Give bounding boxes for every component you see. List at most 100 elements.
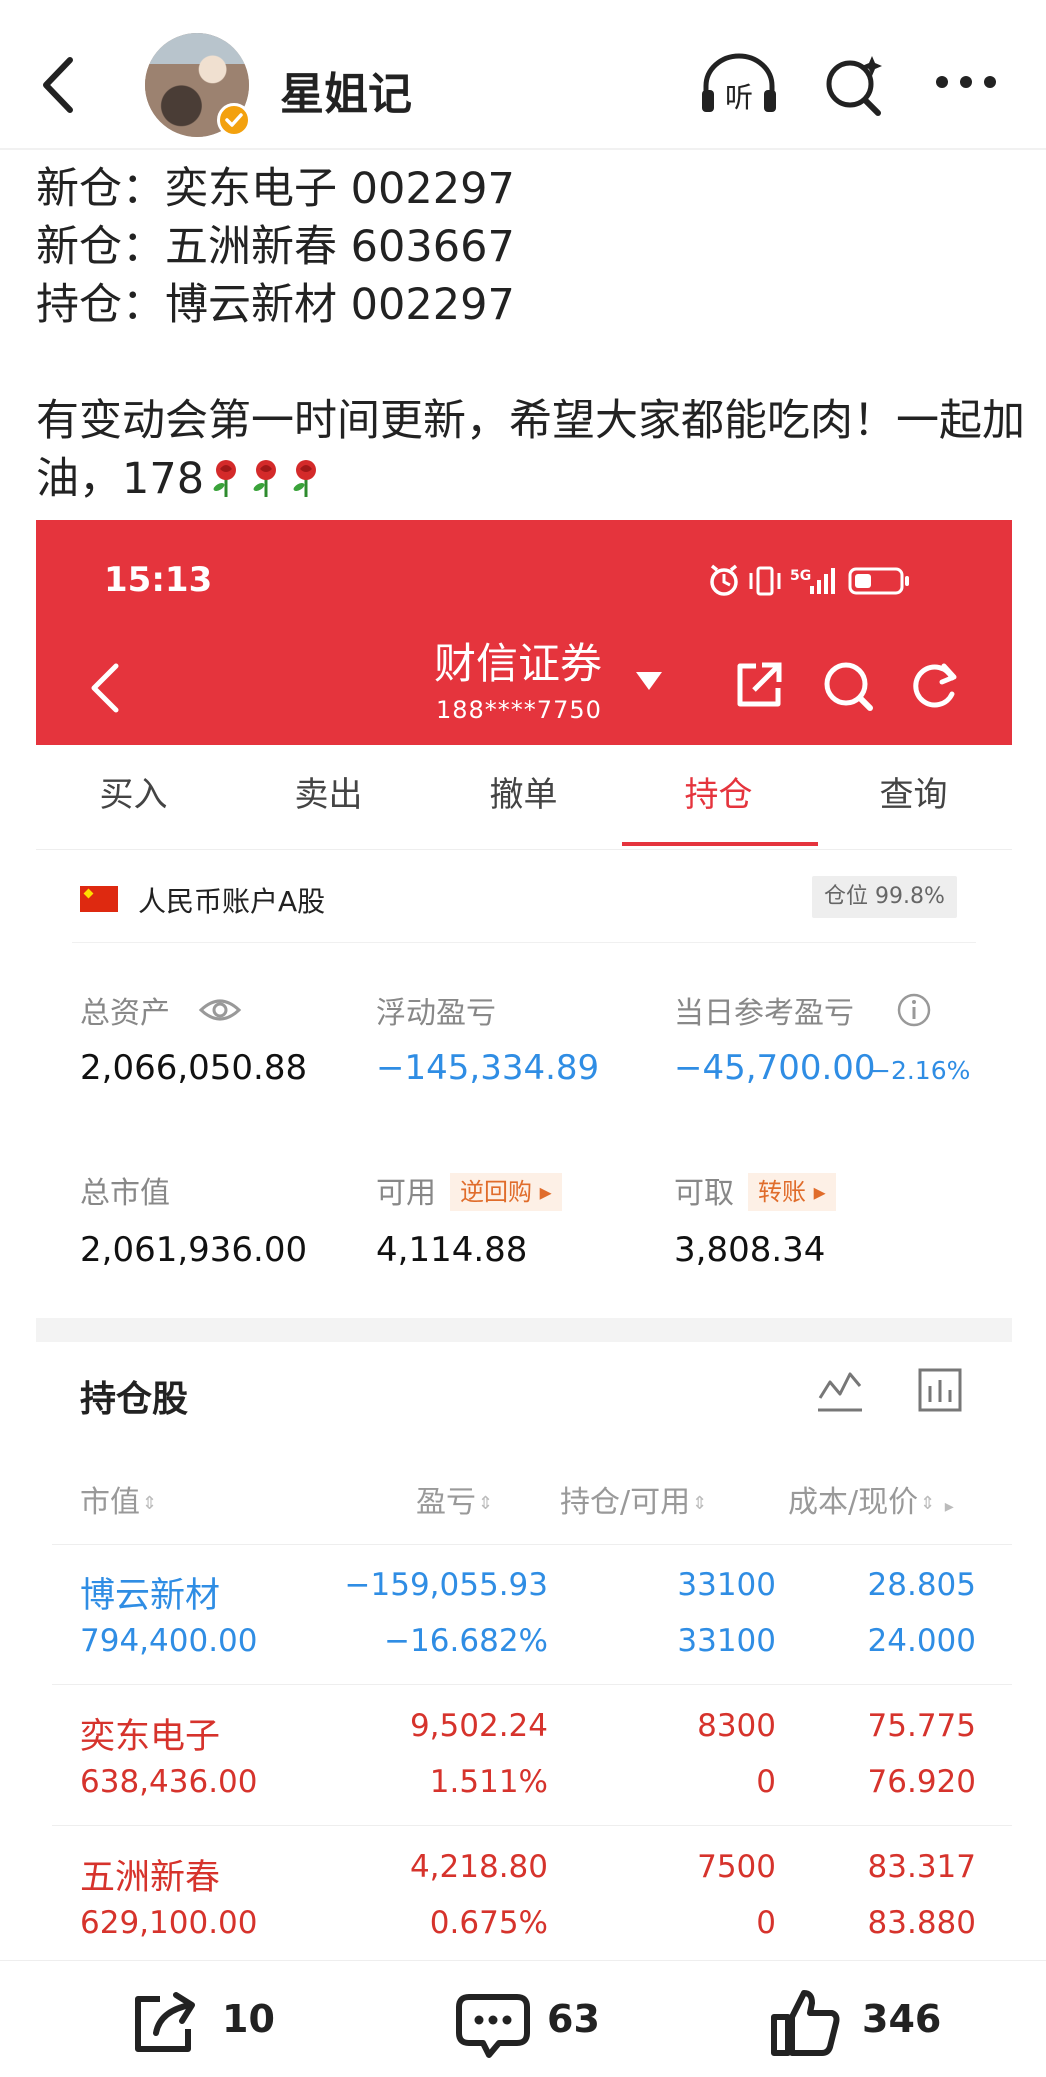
stock-shares: 33100: [677, 1567, 776, 1603]
bar-chart-icon[interactable]: [916, 1366, 964, 1414]
broker-name[interactable]: 财信证券: [434, 630, 602, 691]
trend-chart-icon[interactable]: [816, 1366, 864, 1414]
stock-name: 博云新材: [80, 1576, 221, 1616]
reverse-repo-button[interactable]: 逆回购 ▸: [450, 1173, 562, 1211]
available-funds-label: 可用 逆回购 ▸: [376, 1168, 562, 1212]
floating-pl-value: −145,334.89: [376, 1048, 600, 1088]
network-type-label: 5G: [790, 568, 811, 584]
column-header-pl[interactable]: 盈亏 ⇕: [416, 1477, 493, 1521]
sort-icon: ⇕: [142, 1493, 158, 1514]
tab-sell[interactable]: 卖出: [231, 745, 426, 850]
withdrawable-label: 可取 转账 ▸: [674, 1168, 836, 1212]
stock-name: 五洲新春: [80, 1858, 221, 1898]
column-header-label: 成本/现价: [788, 1485, 919, 1520]
stock-pl-percent: 0.675%: [429, 1905, 548, 1941]
post-spacer: [36, 334, 1026, 392]
stock-shares: 8300: [697, 1708, 776, 1744]
tab-buy[interactable]: 买入: [36, 745, 231, 850]
broker-search-icon[interactable]: [820, 658, 876, 714]
stock-pl: −159,055.93: [344, 1567, 548, 1603]
rose-emoji-icon: [213, 460, 237, 497]
search-sparkle-icon[interactable]: [822, 50, 888, 120]
account-summary: 人民币账户A股 仓位 99.8% 总资产 2,066,050.88 浮动盈亏 −…: [36, 850, 1012, 1318]
divider: [52, 1825, 1012, 1826]
post-image-broker-screenshot[interactable]: 15:13 5G 财信证券 188****7750 买入 卖出 撤单 持仓 查询…: [36, 520, 1012, 1950]
comment-icon: [456, 1994, 530, 2058]
verified-badge-icon: [217, 103, 251, 137]
back-arrow-icon[interactable]: [34, 50, 84, 120]
post-paragraph: 有变动会第一时间更新，希望大家都能吃肉！一起加油，178: [36, 392, 1026, 508]
vibrate-icon: [749, 566, 781, 596]
post-line: 新仓：五洲新春 603667: [36, 222, 515, 272]
market-value-label: 总市值: [80, 1176, 170, 1211]
repost-button[interactable]: 10: [130, 1961, 290, 2077]
stock-price: 76.920: [867, 1764, 976, 1800]
like-button[interactable]: 346: [770, 1961, 960, 2077]
column-header-label: 市值: [80, 1485, 140, 1520]
market-value-value: 2,061,936.00: [80, 1230, 308, 1270]
column-header-market-value[interactable]: 市值 ⇕: [80, 1477, 157, 1521]
comment-count: 63: [547, 1997, 600, 2041]
user-name[interactable]: 星姐记: [280, 58, 412, 122]
holding-row[interactable]: 奕东电子 638,436.00 9,502.24 1.511% 8300 0 7…: [36, 1686, 1012, 1826]
column-header-cost-price[interactable]: 成本/现价 ⇕ ▸: [788, 1477, 954, 1521]
holdings-section: 持仓股 市值 ⇕ 盈亏 ⇕ 持仓/可用 ⇕ 成本/现价 ⇕ ▸ 博云新材 794,400…: [36, 1342, 1012, 1950]
stock-pl: 9,502.24: [409, 1708, 548, 1744]
stock-cost: 75.775: [867, 1708, 976, 1744]
top-app-bar: 星姐记 听: [0, 0, 1046, 150]
post-line: 持仓：博云新材 002297: [36, 280, 515, 330]
active-tab-indicator: [622, 842, 818, 846]
signal-bars-icon: [810, 568, 835, 594]
tab-query[interactable]: 查询: [816, 745, 1011, 850]
column-header-shares[interactable]: 持仓/可用 ⇕: [560, 1477, 707, 1521]
like-count: 346: [862, 1997, 942, 2041]
section-gap: [36, 1318, 1012, 1342]
post-action-bar: 10 63 346: [0, 1960, 1046, 2077]
sort-icon: ⇕: [920, 1493, 936, 1514]
battery-icon: [848, 567, 909, 595]
stock-market-value: 629,100.00: [80, 1905, 258, 1941]
stock-cost: 28.805: [867, 1567, 976, 1603]
stock-available-shares: 33100: [677, 1623, 776, 1659]
share-export-icon[interactable]: [732, 658, 786, 712]
withdrawable-text: 可取: [674, 1176, 734, 1211]
eye-icon[interactable]: [198, 996, 242, 1024]
stock-shares: 7500: [697, 1849, 776, 1885]
rose-emoji-icon: [293, 460, 317, 497]
stock-pl-percent: 1.511%: [429, 1764, 548, 1800]
sort-icon: ⇕: [692, 1493, 708, 1514]
holding-row[interactable]: 五洲新春 629,100.00 4,218.80 0.675% 7500 0 8…: [36, 1827, 1012, 1950]
tab-positions[interactable]: 持仓: [621, 745, 816, 850]
trade-tabs: 买入 卖出 撤单 持仓 查询: [36, 745, 1012, 850]
floating-pl-label: 浮动盈亏: [376, 996, 496, 1031]
available-funds-value: 4,114.88: [376, 1230, 528, 1270]
reverse-repo-label: 逆回购: [460, 1178, 532, 1206]
comment-button[interactable]: 63: [455, 1961, 615, 2077]
post-line: 新仓：奕东电子 002297: [36, 164, 515, 214]
account-number: 188****7750: [436, 696, 602, 724]
topbar-divider: [0, 148, 1046, 150]
total-assets-value: 2,066,050.88: [80, 1048, 308, 1088]
status-time: 15:13: [104, 560, 213, 600]
tab-cancel-order[interactable]: 撤单: [426, 745, 621, 850]
daily-pl-label: 当日参考盈亏: [674, 996, 854, 1031]
more-dots-icon[interactable]: [930, 62, 1002, 102]
broker-back-icon[interactable]: [86, 658, 126, 718]
holding-row[interactable]: 博云新材 794,400.00 −159,055.93 −16.682% 331…: [36, 1545, 1012, 1685]
share-icon: [135, 1992, 195, 2052]
headphones-listen-icon[interactable]: 听: [698, 50, 780, 120]
info-icon[interactable]: [896, 992, 932, 1028]
account-dropdown-icon[interactable]: [634, 670, 664, 692]
listen-label: 听: [725, 81, 753, 114]
broker-header: 15:13 5G 财信证券 188****7750: [36, 520, 1012, 745]
thumbs-up-icon: [771, 1990, 840, 2056]
avatar[interactable]: [145, 33, 251, 137]
column-header-label: 持仓/可用: [560, 1485, 691, 1520]
transfer-button[interactable]: 转账 ▸: [748, 1173, 836, 1211]
post-paragraph-text: 有变动会第一时间更新，希望大家都能吃肉！一起加油，178: [36, 396, 1025, 504]
sort-icon: ⇕: [478, 1493, 494, 1514]
account-type-label[interactable]: 人民币账户A股: [138, 880, 325, 920]
refresh-icon[interactable]: [908, 658, 962, 712]
divider: [72, 942, 976, 943]
column-header-label: 盈亏: [416, 1485, 476, 1520]
